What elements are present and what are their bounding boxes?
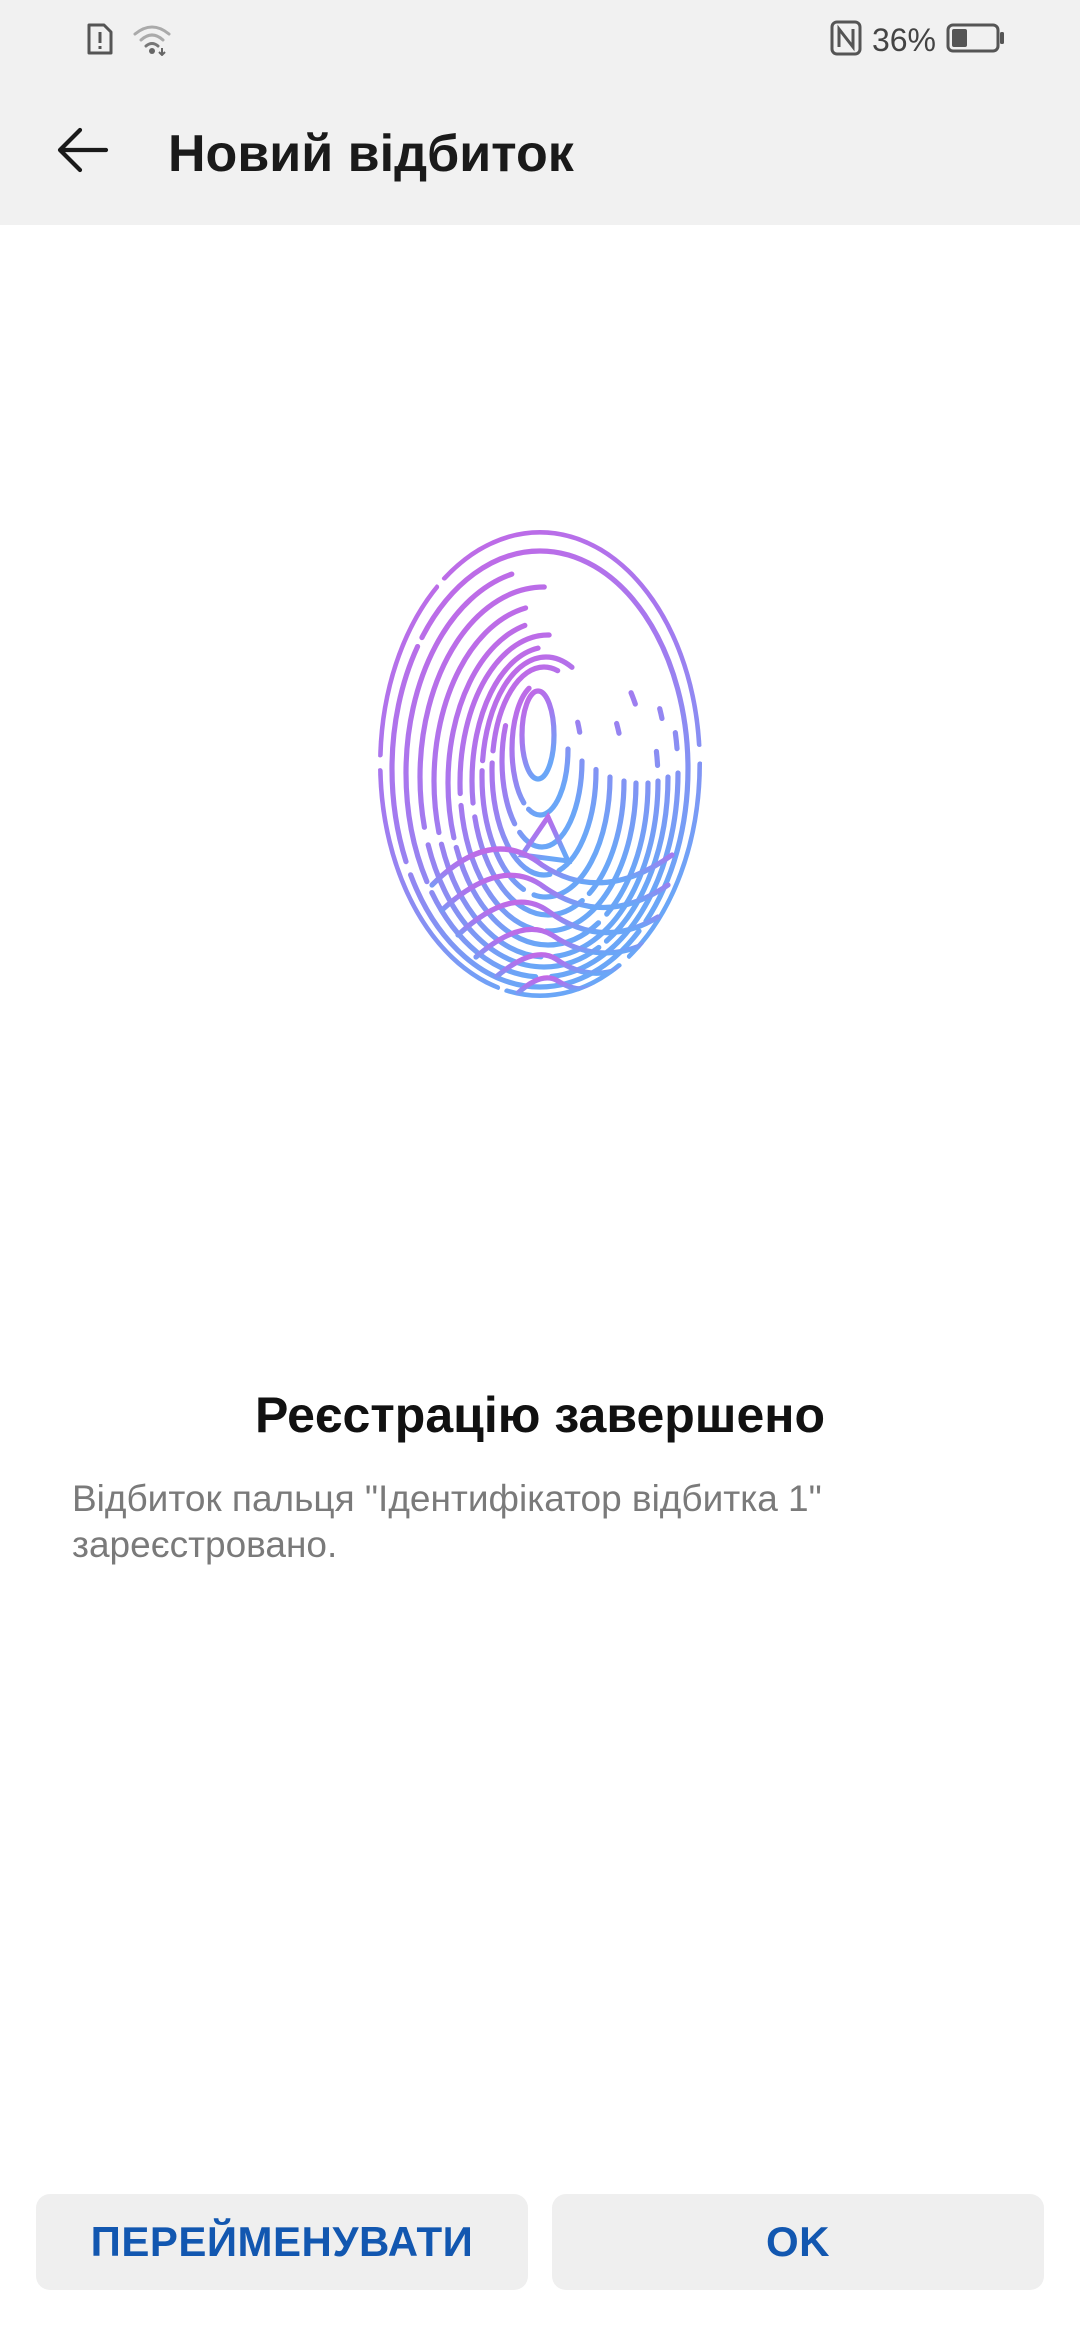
sim-alert-icon xyxy=(86,22,114,61)
status-bar: 36% xyxy=(0,0,1080,80)
rename-button[interactable]: ПЕРЕЙМЕНУВАТИ xyxy=(36,2194,528,2290)
status-left-group xyxy=(86,22,172,61)
nfc-icon xyxy=(830,20,862,61)
action-bar: ПЕРЕЙМЕНУВАТИ OK xyxy=(36,2194,1044,2290)
ok-button[interactable]: OK xyxy=(552,2194,1044,2290)
page-title: Новий відбиток xyxy=(168,125,574,183)
app-bar: Новий відбиток xyxy=(0,100,1080,210)
fingerprint-enrollment-screen: 36% Новий відбиток Реєстрацію завершено … xyxy=(0,0,1080,2340)
wifi-icon xyxy=(132,22,172,61)
success-title: Реєстрацію завершено xyxy=(254,1387,826,1443)
status-right-group: 36% xyxy=(830,18,1006,62)
back-button[interactable] xyxy=(46,114,118,186)
top-bar: 36% Новий відбиток xyxy=(0,0,1080,225)
battery-percentage: 36% xyxy=(871,22,936,58)
success-description: Відбиток пальця "Ідентифікатор відбитка … xyxy=(72,1478,822,1565)
battery-icon xyxy=(946,22,1006,59)
arrow-back-icon xyxy=(57,127,109,173)
fingerprint-icon xyxy=(372,525,708,1003)
